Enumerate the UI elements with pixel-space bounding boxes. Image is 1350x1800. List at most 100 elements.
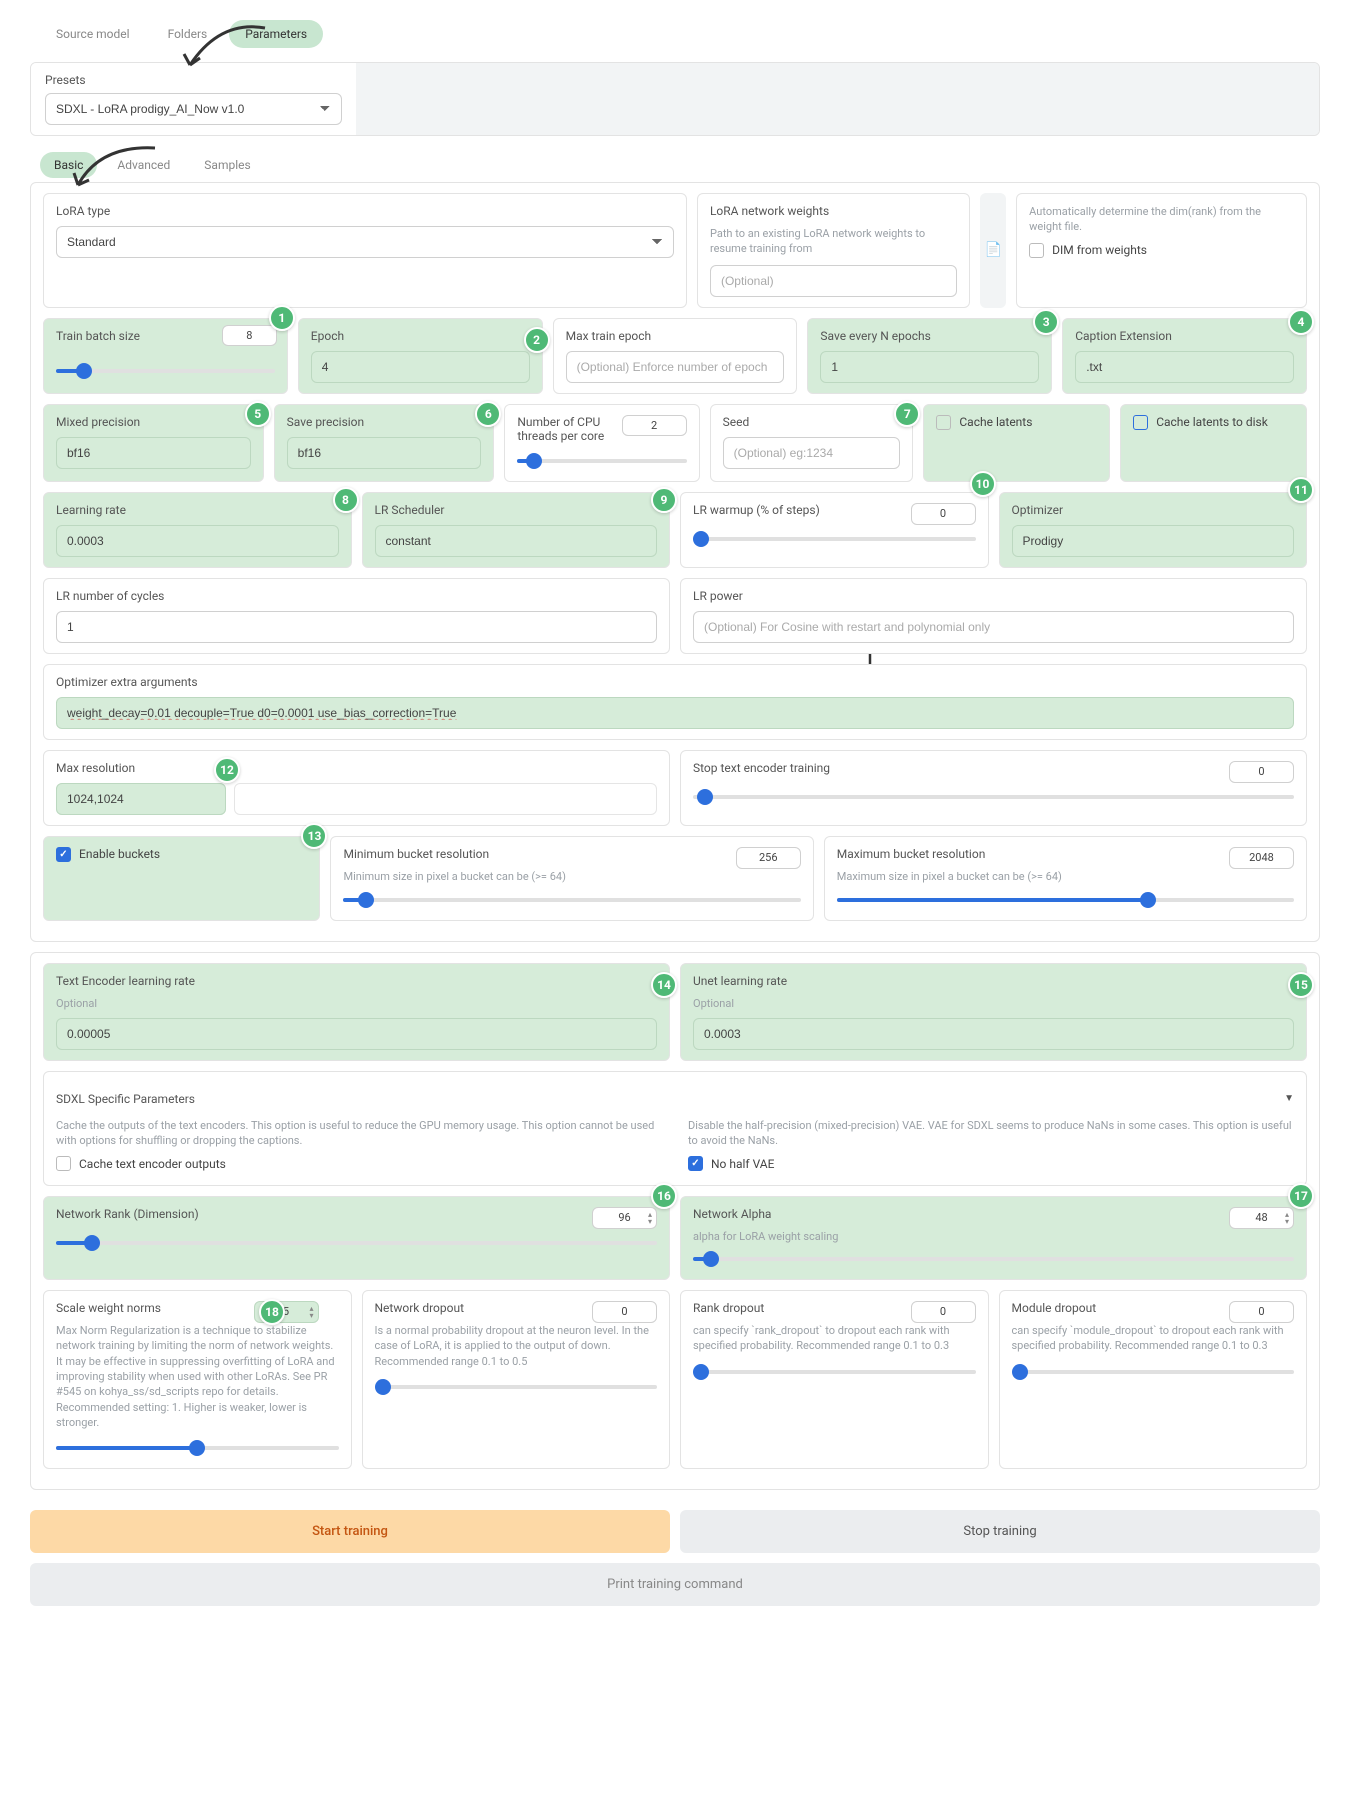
print-command-button[interactable]: Print training command bbox=[30, 1563, 1320, 1606]
opt-extra-label: Optimizer extra arguments bbox=[56, 675, 1294, 689]
scale-weight-hint: Max Norm Regularization is a technique t… bbox=[56, 1323, 339, 1431]
caption-ext-label: Caption Extension bbox=[1075, 329, 1294, 343]
subtab-advanced[interactable]: Advanced bbox=[103, 152, 184, 178]
callout-15: 15 bbox=[1288, 972, 1314, 998]
lr-cycles-input[interactable] bbox=[56, 611, 657, 643]
rank-drop-label: Rank dropout bbox=[693, 1301, 764, 1315]
dim-hint: Automatically determine the dim(rank) fr… bbox=[1029, 204, 1294, 235]
callout-1: 1 bbox=[269, 305, 295, 331]
save-prec-select[interactable]: bf16 bbox=[287, 437, 482, 469]
cache-latents-disk-label: Cache latents to disk bbox=[1156, 415, 1268, 429]
max-res-extra[interactable] bbox=[234, 783, 657, 815]
te-lr-input[interactable] bbox=[56, 1018, 657, 1050]
callout-11: 11 bbox=[1288, 477, 1314, 503]
lr-input[interactable] bbox=[56, 525, 339, 557]
save-every-input[interactable] bbox=[820, 351, 1039, 383]
seed-input[interactable] bbox=[723, 437, 901, 469]
lr-sched-select[interactable]: constant bbox=[375, 525, 658, 557]
min-bucket-value[interactable]: 256 bbox=[736, 847, 801, 869]
te-lr-label: Text Encoder learning rate bbox=[56, 974, 657, 988]
cache-te-hint: Cache the outputs of the text encoders. … bbox=[56, 1118, 662, 1149]
optimizer-label: Optimizer bbox=[1012, 503, 1295, 517]
collapse-icon[interactable]: ▼ bbox=[1284, 1093, 1294, 1104]
lr-sched-label: LR Scheduler bbox=[375, 503, 658, 517]
callout-17: 17 bbox=[1288, 1183, 1314, 1209]
train-batch-value: 8 bbox=[222, 325, 277, 346]
stop-te-slider[interactable] bbox=[693, 787, 1294, 807]
opt-extra-input[interactable] bbox=[56, 697, 1294, 729]
optimizer-select[interactable]: Prodigy bbox=[1012, 525, 1295, 557]
callout-16: 16 bbox=[651, 1183, 677, 1209]
callout-7: 7 bbox=[894, 401, 920, 427]
cpu-threads-value[interactable]: 2 bbox=[622, 415, 687, 436]
lr-power-input[interactable] bbox=[693, 611, 1294, 643]
callout-18: 18 bbox=[259, 1299, 285, 1325]
cache-latents-disk-checkbox[interactable]: Cache latents to disk bbox=[1133, 415, 1268, 430]
callout-4: 4 bbox=[1288, 309, 1314, 335]
cache-te-checkbox[interactable]: Cache text encoder outputs bbox=[56, 1156, 662, 1171]
net-drop-value[interactable]: 0 bbox=[592, 1301, 657, 1323]
start-training-button[interactable]: Start training bbox=[30, 1510, 670, 1553]
callout-10: 10 bbox=[970, 471, 996, 497]
stop-training-button[interactable]: Stop training bbox=[680, 1510, 1320, 1553]
lora-weights-label: LoRA network weights bbox=[710, 204, 957, 218]
tab-folders[interactable]: Folders bbox=[152, 20, 224, 48]
lr-warmup-label: LR warmup (% of steps) bbox=[693, 503, 820, 517]
max-bucket-slider[interactable] bbox=[837, 890, 1294, 910]
cache-te-label: Cache text encoder outputs bbox=[79, 1157, 226, 1171]
stop-te-value[interactable]: 0 bbox=[1229, 761, 1294, 783]
subtab-samples[interactable]: Samples bbox=[190, 152, 264, 178]
mod-drop-label: Module dropout bbox=[1012, 1301, 1097, 1315]
net-drop-slider[interactable] bbox=[375, 1377, 658, 1397]
lr-warmup-value[interactable]: 0 bbox=[911, 503, 976, 525]
net-drop-label: Network dropout bbox=[375, 1301, 465, 1315]
dim-label: DIM from weights bbox=[1052, 243, 1147, 257]
network-rank-slider[interactable] bbox=[56, 1233, 657, 1253]
stop-te-label: Stop text encoder training bbox=[693, 761, 830, 775]
scale-weight-label: Scale weight norms bbox=[56, 1301, 161, 1315]
lora-weights-hint: Path to an existing LoRA network weights… bbox=[710, 226, 957, 257]
epoch-label: Epoch bbox=[311, 329, 530, 343]
max-bucket-value[interactable]: 2048 bbox=[1229, 847, 1294, 869]
te-lr-hint: Optional bbox=[56, 996, 657, 1011]
rank-drop-value[interactable]: 0 bbox=[911, 1301, 976, 1323]
rank-drop-slider[interactable] bbox=[693, 1362, 976, 1382]
max-res-input[interactable] bbox=[56, 783, 226, 815]
network-alpha-slider[interactable] bbox=[693, 1249, 1294, 1269]
cpu-threads-slider[interactable] bbox=[517, 451, 686, 471]
min-bucket-slider[interactable] bbox=[343, 890, 800, 910]
tab-source-model[interactable]: Source model bbox=[40, 20, 146, 48]
min-bucket-hint: Minimum size in pixel a bucket can be (>… bbox=[343, 869, 800, 884]
min-bucket-label: Minimum bucket resolution bbox=[343, 847, 489, 861]
epoch-input[interactable] bbox=[311, 351, 530, 383]
network-alpha-value[interactable]: 48▴▾ bbox=[1229, 1207, 1294, 1229]
enable-buckets-checkbox[interactable]: Enable buckets bbox=[56, 847, 160, 862]
subtab-basic[interactable]: Basic bbox=[40, 152, 97, 178]
presets-select[interactable]: SDXL - LoRA prodigy_AI_Now v1.0 bbox=[45, 93, 342, 125]
lora-type-select[interactable]: Standard bbox=[56, 226, 674, 258]
max-train-epoch-input[interactable] bbox=[566, 351, 785, 383]
scale-weight-slider[interactable] bbox=[56, 1438, 339, 1458]
unet-lr-input[interactable] bbox=[693, 1018, 1294, 1050]
dim-from-weights-checkbox[interactable]: DIM from weights bbox=[1029, 243, 1294, 258]
network-alpha-label: Network Alpha bbox=[693, 1207, 771, 1221]
caption-ext-input[interactable] bbox=[1075, 351, 1294, 383]
mod-drop-slider[interactable] bbox=[1012, 1362, 1295, 1382]
callout-3: 3 bbox=[1033, 309, 1059, 335]
presets-preview bbox=[356, 63, 1319, 135]
cache-latents-checkbox[interactable]: Cache latents bbox=[936, 415, 1032, 430]
callout-8: 8 bbox=[333, 487, 359, 513]
tab-parameters[interactable]: Parameters bbox=[229, 20, 323, 48]
train-batch-slider[interactable] bbox=[56, 361, 275, 381]
mixed-prec-select[interactable]: bf16 bbox=[56, 437, 251, 469]
network-rank-value[interactable]: 96▴▾ bbox=[592, 1207, 657, 1229]
network-alpha-hint: alpha for LoRA weight scaling bbox=[693, 1229, 1294, 1244]
no-half-checkbox[interactable]: No half VAE bbox=[688, 1156, 1294, 1171]
mod-drop-value[interactable]: 0 bbox=[1229, 1301, 1294, 1323]
save-every-label: Save every N epochs bbox=[820, 329, 1039, 343]
file-icon[interactable]: 📄 bbox=[980, 193, 1006, 308]
callout-13: 13 bbox=[301, 823, 327, 849]
max-train-epoch-label: Max train epoch bbox=[566, 329, 785, 343]
lora-weights-input[interactable] bbox=[710, 265, 957, 297]
lr-warmup-slider[interactable] bbox=[693, 529, 976, 549]
